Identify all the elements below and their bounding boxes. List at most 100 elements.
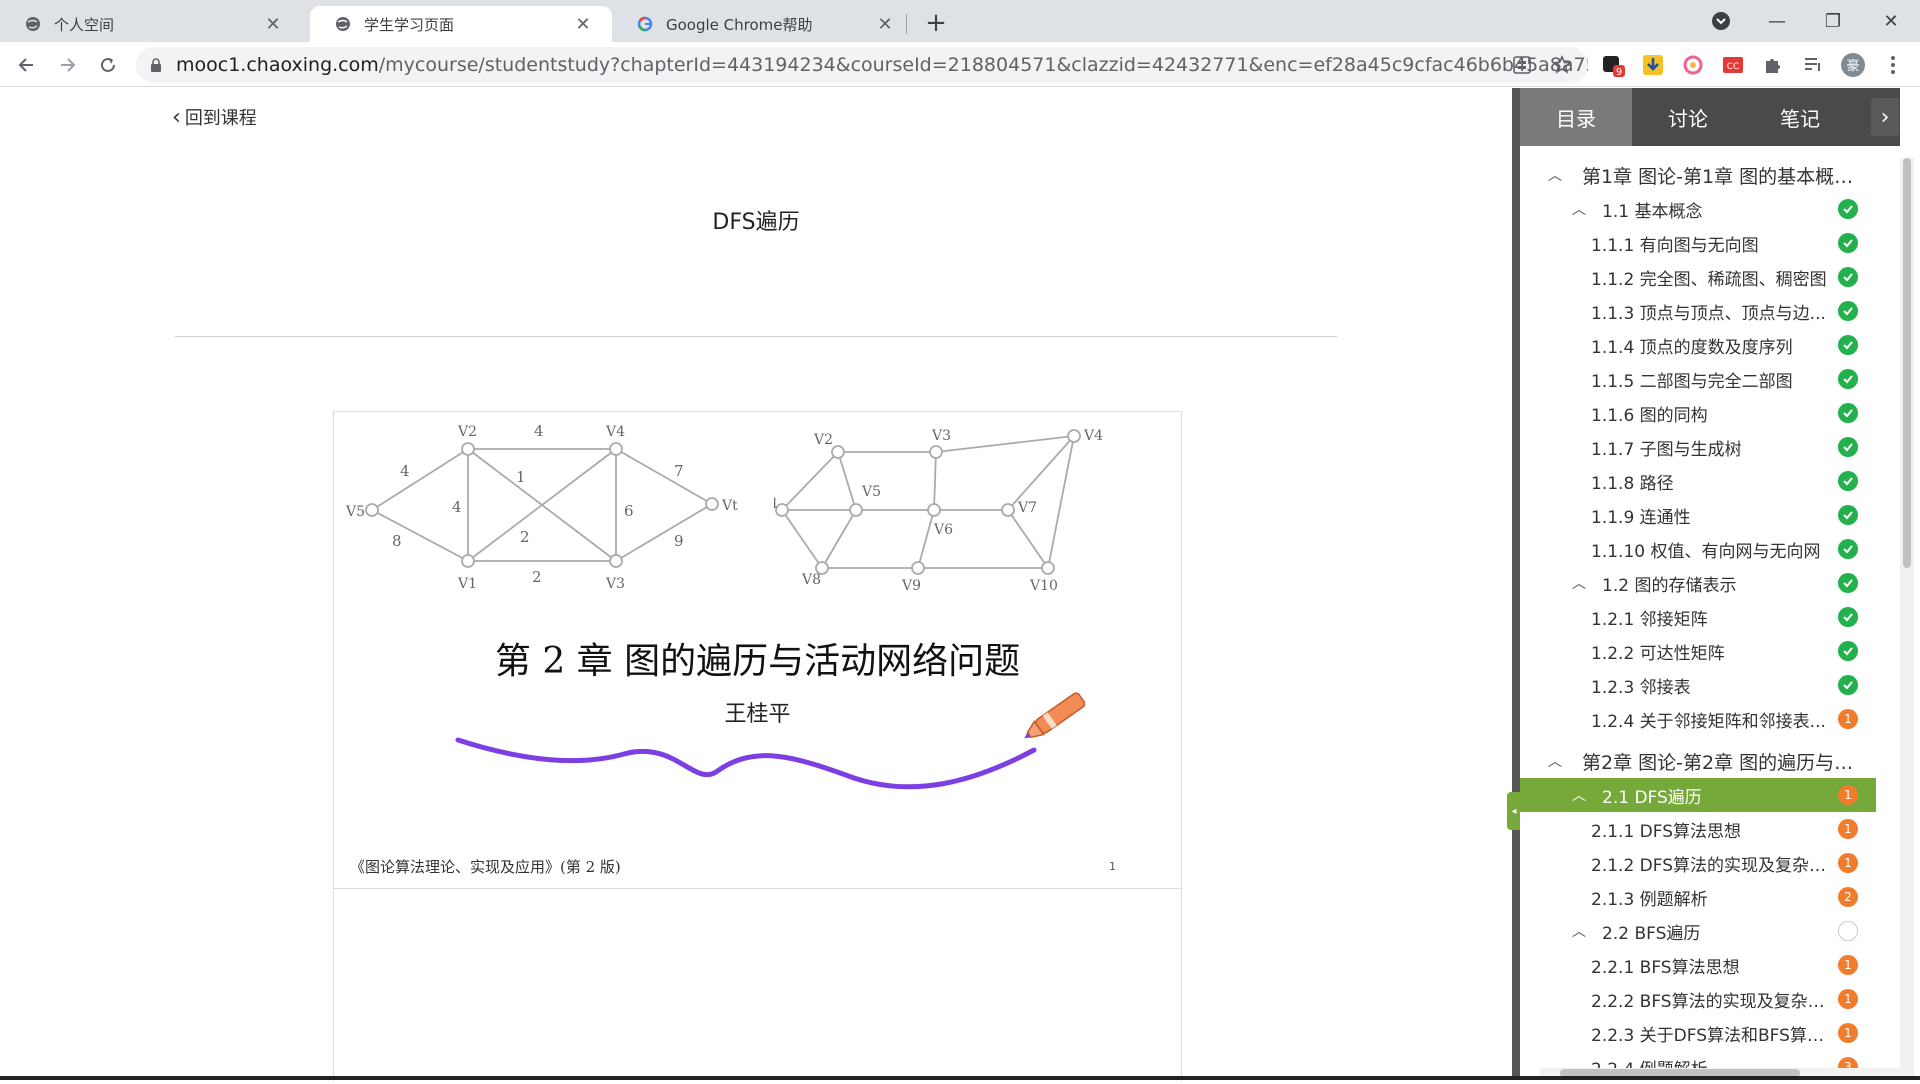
tab-discussion[interactable]: 讨论: [1632, 88, 1744, 146]
toc-item[interactable]: 1.1.3 顶点与顶点、顶点与边...: [1520, 294, 1876, 328]
extension-download-icon[interactable]: [1640, 52, 1666, 78]
toc-chapter[interactable]: ︿ 第2章 图论-第2章 图的遍历与活...: [1520, 744, 1876, 778]
tab-title: 学生学习页面: [364, 15, 455, 34]
graph2-vertex-label: V3: [931, 428, 951, 444]
close-tab-icon[interactable]: ✕: [874, 13, 896, 35]
chevron-up-icon[interactable]: ︿: [1548, 751, 1562, 771]
toc-item[interactable]: 1.1.5 二部图与完全二部图: [1520, 362, 1876, 396]
tab-chrome-help[interactable]: Google Chrome帮助 ✕: [612, 6, 914, 42]
avatar[interactable]: 豪: [1840, 52, 1866, 78]
toc-section[interactable]: ︿ 2.1 DFS遍历 1: [1520, 778, 1876, 812]
svg-text:CC: CC: [1727, 62, 1740, 72]
toc-item[interactable]: 2.1.1 DFS算法思想 1: [1520, 812, 1876, 846]
document-viewer[interactable]: V2 V4 V5 V1 V3 Vt 4 4 1 4 2 6 7 8 2 9 V2…: [333, 411, 1182, 1081]
toc-label: 1.1.2 完全图、稀疏图、稠密图: [1591, 269, 1827, 290]
check-circle-icon: [1838, 675, 1858, 695]
check-circle-icon: [1838, 335, 1858, 355]
marker-pen-icon: [1024, 692, 1086, 739]
minimize-button[interactable]: —: [1760, 4, 1794, 38]
translate-icon[interactable]: [1508, 51, 1536, 79]
graph1-edge-weight: 8: [392, 532, 402, 550]
toc-item[interactable]: 1.2.2 可达性矩阵: [1520, 634, 1876, 668]
toc-item[interactable]: 2.2.1 BFS算法思想 1: [1520, 948, 1876, 982]
extension-cc-icon[interactable]: CC: [1720, 52, 1746, 78]
toc-item[interactable]: 2.2.2 BFS算法的实现及复杂度... 1: [1520, 982, 1876, 1016]
toc-section[interactable]: ︿ 1.1 基本概念: [1520, 192, 1876, 226]
tab-strip: 个人空间 ✕ 学生学习页面 ✕ Google Chrome帮助 ✕ + — ❐ …: [0, 0, 1920, 42]
book-reference: 《图论算法理论、实现及应用》(第 2 版): [350, 858, 621, 876]
toc-item[interactable]: 1.1.8 路径: [1520, 464, 1876, 498]
toc-item[interactable]: 1.2.3 邻接表: [1520, 668, 1876, 702]
toc-item[interactable]: 1.1.2 完全图、稀疏图、稠密图: [1520, 260, 1876, 294]
more-menu-icon[interactable]: [1880, 52, 1906, 78]
graph2-vertex-label: V2: [813, 432, 833, 448]
extension-badge: 9: [1616, 67, 1622, 77]
puzzle-icon[interactable]: [1760, 52, 1786, 78]
new-tab-button[interactable]: +: [922, 8, 950, 38]
sidebar-resize-strip[interactable]: [1512, 88, 1520, 1080]
chevron-left-icon: ‹: [172, 104, 181, 130]
chevron-up-icon[interactable]: ︿: [1572, 199, 1586, 219]
check-circle-icon: [1838, 607, 1858, 627]
chevron-right-icon[interactable]: ›: [1871, 98, 1899, 136]
toc-label: 1.1.10 权值、有向网与无向网: [1591, 541, 1821, 562]
tab-separator: [906, 14, 907, 34]
close-window-button[interactable]: ✕: [1874, 4, 1908, 38]
url-path: /mycourse/studentstudy?chapterId=4431942…: [378, 54, 1588, 76]
reading-list-icon[interactable]: [1800, 52, 1826, 78]
toc-item[interactable]: 1.2.4 关于邻接矩阵和邻接表... 1: [1520, 702, 1876, 736]
address-bar[interactable]: mooc1.chaoxing.com/mycourse/studentstudy…: [136, 47, 1588, 83]
toc-section[interactable]: ︿ 2.2 BFS遍历: [1520, 914, 1876, 948]
toc-item[interactable]: 1.1.10 权值、有向网与无向网: [1520, 532, 1876, 566]
graph2-vertex-label: V5: [861, 484, 881, 500]
toc-item[interactable]: 1.1.1 有向图与无向图: [1520, 226, 1876, 260]
arrow-right-icon: [61, 58, 76, 72]
check-circle-icon: [1838, 267, 1858, 287]
sidebar-tabs: 目录 讨论 笔记: [1520, 88, 1900, 146]
toc-item[interactable]: 1.1.6 图的同构: [1520, 396, 1876, 430]
toc-label: 2.1.1 DFS算法思想: [1591, 821, 1742, 842]
graph2-vertex-label: V8: [801, 572, 821, 588]
close-tab-icon[interactable]: ✕: [572, 13, 594, 35]
restore-button[interactable]: ❐: [1816, 4, 1850, 38]
check-circle-icon: [1838, 301, 1858, 321]
tab-search-button[interactable]: [1704, 4, 1738, 38]
back-to-course-link[interactable]: ‹ 回到课程: [172, 104, 257, 130]
toc-section[interactable]: ︿ 1.2 图的存储表示: [1520, 566, 1876, 600]
scrollbar-thumb[interactable]: [1903, 158, 1911, 568]
toc-item[interactable]: 2.1.3 例题解析 2: [1520, 880, 1876, 914]
forward-button[interactable]: [52, 49, 84, 81]
sidebar-collapse-toggle[interactable]: ◂: [1507, 792, 1521, 830]
tab-personal-space[interactable]: 个人空间 ✕: [0, 6, 302, 42]
chevron-up-icon[interactable]: ︿: [1572, 573, 1586, 593]
tab-student-study[interactable]: 学生学习页面 ✕: [310, 6, 612, 42]
toc-label: 1.2.1 邻接矩阵: [1591, 609, 1708, 630]
extension-notes-icon[interactable]: 9: [1600, 52, 1626, 78]
reload-button[interactable]: [92, 49, 124, 81]
toc-chapter[interactable]: ︿ 第1章 图论-第1章 图的基本概念与...: [1520, 158, 1876, 192]
url-text: mooc1.chaoxing.com/mycourse/studentstudy…: [176, 54, 1588, 76]
toc-item[interactable]: 2.1.2 DFS算法的实现及复杂度... 1: [1520, 846, 1876, 880]
toc-item[interactable]: 1.1.9 连通性: [1520, 498, 1876, 532]
toc-label: 1.2.3 邻接表: [1591, 677, 1691, 698]
lock-icon[interactable]: [148, 58, 164, 72]
chevron-up-icon[interactable]: ︿: [1572, 921, 1586, 941]
slide-heading: 第 2 章 图的遍历与活动网络问题: [494, 641, 1021, 682]
chevron-up-icon[interactable]: ︿: [1572, 785, 1586, 805]
toc-item[interactable]: 1.2.1 邻接矩阵: [1520, 600, 1876, 634]
tab-catalog[interactable]: 目录: [1520, 88, 1632, 146]
tab-notes[interactable]: 笔记: [1744, 88, 1856, 146]
toc-item[interactable]: 2.2.3 关于DFS算法和BFS算法... 1: [1520, 1016, 1876, 1050]
chevron-up-icon[interactable]: ︿: [1548, 165, 1562, 185]
check-circle-icon: [1838, 403, 1858, 423]
toc-item[interactable]: 1.1.4 顶点的度数及度序列: [1520, 328, 1876, 362]
check-circle-icon: [1838, 471, 1858, 491]
back-button[interactable]: [10, 49, 42, 81]
extension-circle-icon[interactable]: [1680, 52, 1706, 78]
sidebar-scrollbar[interactable]: [1900, 158, 1914, 1080]
close-tab-icon[interactable]: ✕: [262, 13, 284, 35]
toc-item[interactable]: 1.1.7 子图与生成树: [1520, 430, 1876, 464]
pending-count-badge: 2: [1838, 887, 1858, 907]
slide-page-number: 1: [1109, 860, 1116, 873]
bookmark-star-icon[interactable]: [1548, 51, 1576, 79]
